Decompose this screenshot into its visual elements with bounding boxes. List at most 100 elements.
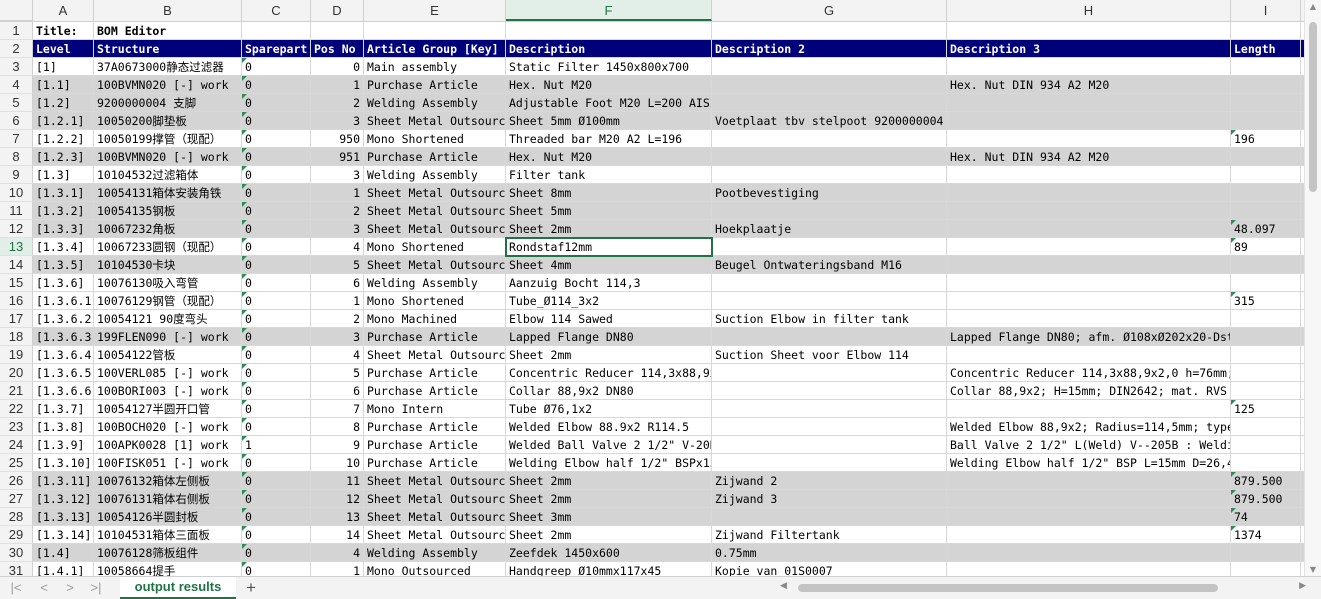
cell-h30[interactable] xyxy=(947,544,1231,562)
column-header-e[interactable]: E xyxy=(364,0,506,21)
cell-g7[interactable] xyxy=(712,130,947,148)
cell-c15[interactable]: 0 xyxy=(242,274,311,292)
cell-g20[interactable] xyxy=(712,364,947,382)
cell-e22[interactable]: Mono Intern xyxy=(364,400,506,418)
cell-i7[interactable]: 196 xyxy=(1231,130,1301,148)
cell-a4[interactable]: [1.1] xyxy=(33,76,94,94)
cell-g17[interactable]: Suction Elbow in filter tank xyxy=(712,310,947,328)
cell-e12[interactable]: Sheet Metal Outsourced xyxy=(364,220,506,238)
row-header[interactable]: 19 xyxy=(0,346,33,364)
cell-h20[interactable]: Concentric Reducer 114,3x88,9x2,0 h=76mm… xyxy=(947,364,1231,382)
cell-g13[interactable] xyxy=(712,238,947,256)
cell-h23[interactable]: Welded Elbow 88,9x2; Radius=114,5mm; typ… xyxy=(947,418,1231,436)
cell-i31[interactable] xyxy=(1231,562,1301,576)
cell-g12[interactable]: Hoekplaatje xyxy=(712,220,947,238)
cell-c2[interactable]: Sparepart xyxy=(242,40,311,58)
cell-f18[interactable]: Lapped Flange DN80 xyxy=(506,328,712,346)
cell-f22[interactable]: Tube Ø76,1x2 xyxy=(506,400,712,418)
cell-g15[interactable] xyxy=(712,274,947,292)
cell-h15[interactable] xyxy=(947,274,1231,292)
cell-c23[interactable]: 0 xyxy=(242,418,311,436)
cell-b24[interactable]: 100APK0028 [1] work xyxy=(94,436,242,454)
cell-f1[interactable] xyxy=(506,22,712,40)
cell-a16[interactable]: [1.3.6.1] xyxy=(33,292,94,310)
row-header[interactable]: 16 xyxy=(0,292,33,310)
cell-a21[interactable]: [1.3.6.6] xyxy=(33,382,94,400)
cell-e13[interactable]: Mono Shortened xyxy=(364,238,506,256)
cell-f3[interactable]: Static Filter 1450x800x700 xyxy=(506,58,712,76)
row-header[interactable]: 12 xyxy=(0,220,33,238)
cell-h21[interactable]: Collar 88,9x2; H=15mm; DIN2642; mat. RVS… xyxy=(947,382,1231,400)
cell-i2[interactable]: Length xyxy=(1231,40,1301,58)
cell-b1[interactable]: BOM Editor xyxy=(94,22,242,40)
cell-h3[interactable] xyxy=(947,58,1231,76)
cell-e15[interactable]: Welding Assembly xyxy=(364,274,506,292)
cell-g18[interactable] xyxy=(712,328,947,346)
cell-d26[interactable]: 11 xyxy=(311,472,364,490)
cell-e4[interactable]: Purchase Article xyxy=(364,76,506,94)
cell-f26[interactable]: Sheet 2mm xyxy=(506,472,712,490)
cell-d2[interactable]: Pos No xyxy=(311,40,364,58)
cell-a31[interactable]: [1.4.1] xyxy=(33,562,94,576)
row-header[interactable]: 25 xyxy=(0,454,33,472)
cell-e28[interactable]: Sheet Metal Outsourced xyxy=(364,508,506,526)
sheet-tab-output-results[interactable]: output results xyxy=(120,577,236,599)
cell-b22[interactable]: 10054127半圆开口管 xyxy=(94,400,242,418)
row-header[interactable]: 17 xyxy=(0,310,33,328)
cell-a29[interactable]: [1.3.14] xyxy=(33,526,94,544)
cell-e20[interactable]: Purchase Article xyxy=(364,364,506,382)
column-header-c[interactable]: C xyxy=(242,0,311,21)
cell-c9[interactable]: 0 xyxy=(242,166,311,184)
cell-i28[interactable]: 74 xyxy=(1231,508,1301,526)
row-header[interactable]: 28 xyxy=(0,508,33,526)
cell-f27[interactable]: Sheet 2mm xyxy=(506,490,712,508)
cell-c28[interactable]: 0 xyxy=(242,508,311,526)
cell-f19[interactable]: Sheet 2mm xyxy=(506,346,712,364)
cell-e14[interactable]: Sheet Metal Outsourced xyxy=(364,256,506,274)
cell-d21[interactable]: 6 xyxy=(311,382,364,400)
cell-i20[interactable] xyxy=(1231,364,1301,382)
cell-h16[interactable] xyxy=(947,292,1231,310)
cell-b12[interactable]: 10067232角板 xyxy=(94,220,242,238)
cell-g16[interactable] xyxy=(712,292,947,310)
cell-a3[interactable]: [1] xyxy=(33,58,94,76)
cell-f17[interactable]: Elbow 114 Sawed xyxy=(506,310,712,328)
cell-e25[interactable]: Purchase Article xyxy=(364,454,506,472)
cell-h2[interactable]: Description 3 xyxy=(947,40,1231,58)
cell-e29[interactable]: Sheet Metal Outsourced xyxy=(364,526,506,544)
cell-h24[interactable]: Ball Valve 2 1/2" L(Weld) V--205B : Weld… xyxy=(947,436,1231,454)
cell-g1[interactable] xyxy=(712,22,947,40)
cell-b21[interactable]: 100BORI003 [-] work xyxy=(94,382,242,400)
cell-b5[interactable]: 9200000004 支脚 xyxy=(94,94,242,112)
cell-e11[interactable]: Sheet Metal Outsourced xyxy=(364,202,506,220)
cell-h29[interactable] xyxy=(947,526,1231,544)
row-header[interactable]: 30 xyxy=(0,544,33,562)
cell-f15[interactable]: Aanzuig Bocht 114,3 xyxy=(506,274,712,292)
cell-d7[interactable]: 950 xyxy=(311,130,364,148)
cell-g21[interactable] xyxy=(712,382,947,400)
cell-e21[interactable]: Purchase Article xyxy=(364,382,506,400)
row-header[interactable]: 18 xyxy=(0,328,33,346)
cell-a12[interactable]: [1.3.3] xyxy=(33,220,94,238)
cell-i27[interactable]: 879.500 xyxy=(1231,490,1301,508)
cell-d10[interactable]: 1 xyxy=(311,184,364,202)
cell-i26[interactable]: 879.500 xyxy=(1231,472,1301,490)
cell-i4[interactable] xyxy=(1231,76,1301,94)
cell-i9[interactable] xyxy=(1231,166,1301,184)
cell-d19[interactable]: 4 xyxy=(311,346,364,364)
add-sheet-icon[interactable]: + xyxy=(242,578,260,598)
row-header[interactable]: 24 xyxy=(0,436,33,454)
cell-a27[interactable]: [1.3.12] xyxy=(33,490,94,508)
cell-i5[interactable] xyxy=(1231,94,1301,112)
cell-d29[interactable]: 14 xyxy=(311,526,364,544)
row-header[interactable]: 21 xyxy=(0,382,33,400)
row-header[interactable]: 22 xyxy=(0,400,33,418)
cell-i16[interactable]: 315 xyxy=(1231,292,1301,310)
cell-f7[interactable]: Threaded bar M20 A2 L=196 xyxy=(506,130,712,148)
cell-h25[interactable]: Welding Elbow half 1/2" BSP L=15mm D=26,… xyxy=(947,454,1231,472)
cell-b27[interactable]: 10076131箱体右侧板 xyxy=(94,490,242,508)
cell-i6[interactable] xyxy=(1231,112,1301,130)
cell-h18[interactable]: Lapped Flange DN80; afm. Ø108xØ202x20-Ds… xyxy=(947,328,1231,346)
row-header[interactable]: 6 xyxy=(0,112,33,130)
cell-i13[interactable]: 89 xyxy=(1231,238,1301,256)
